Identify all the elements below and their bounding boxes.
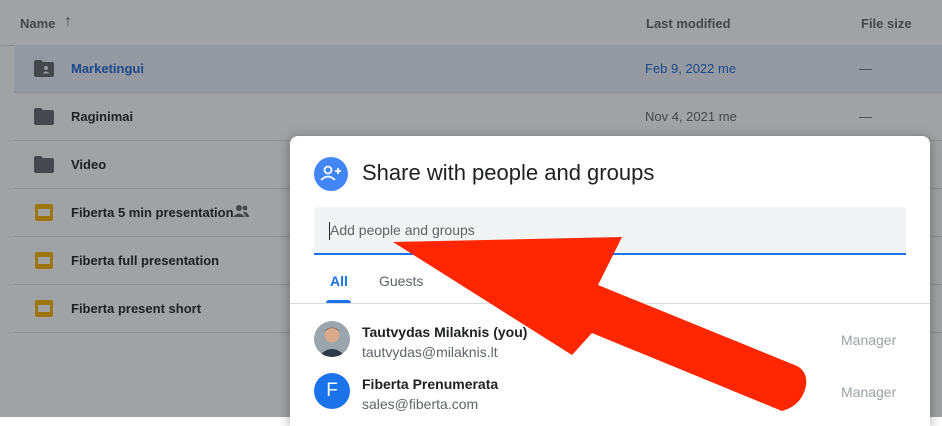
- annotation-arrow: [393, 237, 807, 411]
